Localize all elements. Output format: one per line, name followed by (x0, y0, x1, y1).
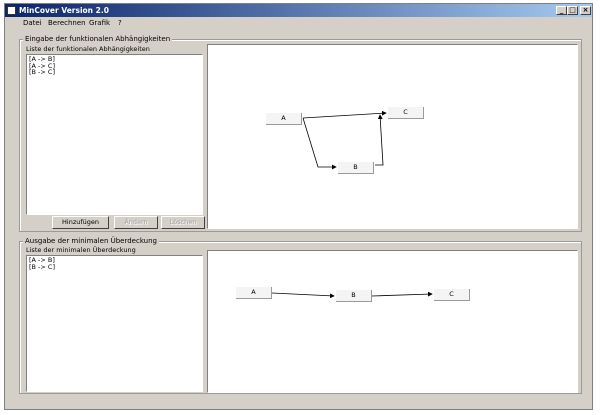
menu-datei[interactable]: Datei (23, 19, 42, 27)
list-item[interactable]: [B -> C] (29, 69, 200, 76)
window-title: MinCover Version 2.0 (19, 6, 109, 15)
output-graph-canvas[interactable]: A B C (207, 250, 578, 393)
delete-button[interactable]: Löschen (161, 216, 205, 229)
edge-a-b (271, 292, 335, 299)
graph-node-c[interactable]: C (388, 107, 424, 119)
graph-node-a[interactable]: A (236, 287, 272, 299)
app-icon (7, 6, 16, 15)
minimize-button[interactable]: _ (556, 6, 567, 15)
edge-a-b (302, 117, 337, 170)
menu-berechnen[interactable]: Berechnen (48, 19, 86, 27)
list-item[interactable]: [B -> C] (29, 263, 200, 271)
menu-help[interactable]: ? (118, 19, 122, 27)
input-dependency-list[interactable]: [A -> B] [A -> C] [B -> C] (26, 54, 203, 215)
output-graph-edges (271, 291, 433, 299)
output-group-caption: Ausgabe der minimalen Überdeckung (23, 237, 159, 245)
edge-b-c (371, 291, 433, 297)
input-group-caption: Eingabe der funktionalen Abhängigkeiten (23, 35, 173, 43)
edit-button[interactable]: Ändern (114, 216, 158, 229)
maximize-button[interactable]: □ (567, 6, 578, 15)
close-button[interactable]: × (580, 6, 591, 15)
title-bar[interactable]: MinCover Version 2.0 _ □ × (5, 4, 592, 17)
menu-bar: Datei Berechnen Grafik ? (5, 17, 592, 29)
graph-node-a[interactable]: A (266, 113, 302, 125)
edge-b-c (375, 114, 384, 166)
output-list-label: Liste der minimalen Überdeckung (26, 246, 136, 254)
input-graph-canvas[interactable]: A B C (207, 44, 578, 229)
output-cover-list[interactable]: [A -> B] [B -> C] (26, 255, 203, 392)
add-button[interactable]: Hinzufügen (52, 216, 109, 229)
input-list-label: Liste der funktionalen Abhängigkeiten (26, 45, 150, 53)
app-window: MinCover Version 2.0 _ □ × Datei Berechn… (4, 3, 593, 410)
graph-node-b[interactable]: B (338, 162, 374, 174)
graph-node-c[interactable]: C (434, 289, 470, 301)
graph-node-b[interactable]: B (336, 290, 372, 302)
input-graph-edges (302, 110, 387, 170)
menu-grafik[interactable]: Grafik (89, 19, 110, 27)
edge-a-c (302, 110, 387, 119)
